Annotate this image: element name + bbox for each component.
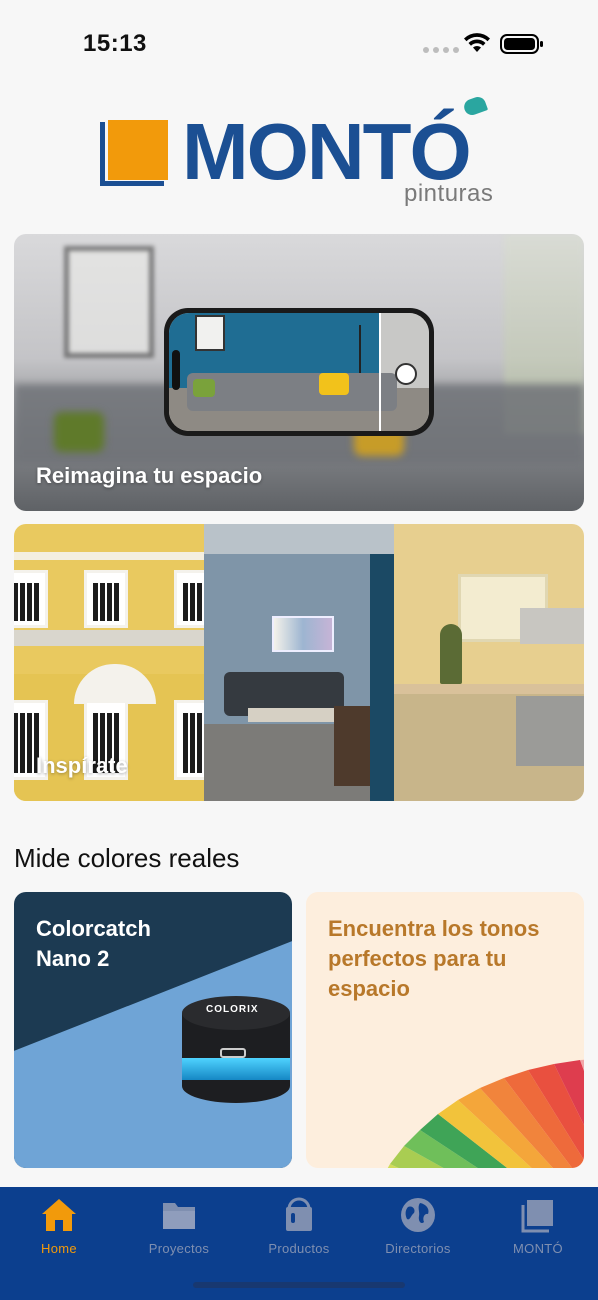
tab-label-productos: Productos [268, 1241, 330, 1256]
colorcatch-title-line1: Colorcatch [36, 916, 151, 941]
section-title: Mide colores reales [14, 843, 240, 873]
kitchen-image [394, 524, 584, 801]
tab-productos[interactable]: Productos [244, 1187, 354, 1267]
color-fan-image [387, 1059, 584, 1168]
colorcatch-title-line2: Nano 2 [36, 946, 110, 971]
tab-label-monto: MONTÓ [513, 1241, 563, 1256]
reimagina-label: Reimagina tu espacio [36, 463, 263, 488]
living-room-image [204, 524, 394, 801]
tab-label-proyectos: Proyectos [148, 1241, 210, 1256]
device-brand: COLORIX [206, 1004, 259, 1015]
brand-tagline: pinturas [404, 180, 494, 207]
inspirate-label: Inspírate [36, 753, 128, 778]
colorcatch-title: Colorcatch Nano 2 [36, 914, 151, 974]
colorcatch-nano-card[interactable]: Colorcatch Nano 2 COLORIX [14, 892, 292, 1168]
tab-proyectos[interactable]: Proyectos [124, 1187, 234, 1267]
home-icon [42, 1199, 76, 1231]
paint-can-icon [286, 1197, 312, 1231]
tab-label-home: Home [41, 1241, 77, 1256]
inspirate-card[interactable]: Inspírate [14, 524, 584, 801]
tab-monto[interactable]: MONTÓ [483, 1187, 593, 1267]
status-bar: 15:13 [0, 0, 598, 90]
battery-icon [500, 34, 543, 54]
tab-home[interactable]: Home [4, 1187, 114, 1267]
wifi-icon [464, 33, 490, 52]
folder-icon [163, 1203, 195, 1229]
tab-label-directorios: Directorios [385, 1241, 451, 1256]
square-icon [521, 1200, 553, 1233]
colorcatch-device-image: COLORIX [182, 996, 290, 1120]
encuentra-tonos-title: Encuentra los tonos perfectos para tu es… [328, 916, 540, 1001]
encuentra-tonos-card[interactable]: Encuentra los tonos perfectos para tu es… [306, 892, 584, 1168]
home-indicator [193, 1282, 405, 1288]
brand-logo: MONTÓ pinturas [98, 94, 502, 210]
reimagina-card[interactable]: Reimagina tu espacio [14, 234, 584, 511]
signal-icon [423, 47, 459, 53]
tab-directorios[interactable]: Directorios [363, 1187, 473, 1267]
globe-icon [401, 1198, 435, 1232]
phone-mockup-image [164, 308, 434, 436]
status-time: 15:13 [83, 30, 147, 57]
